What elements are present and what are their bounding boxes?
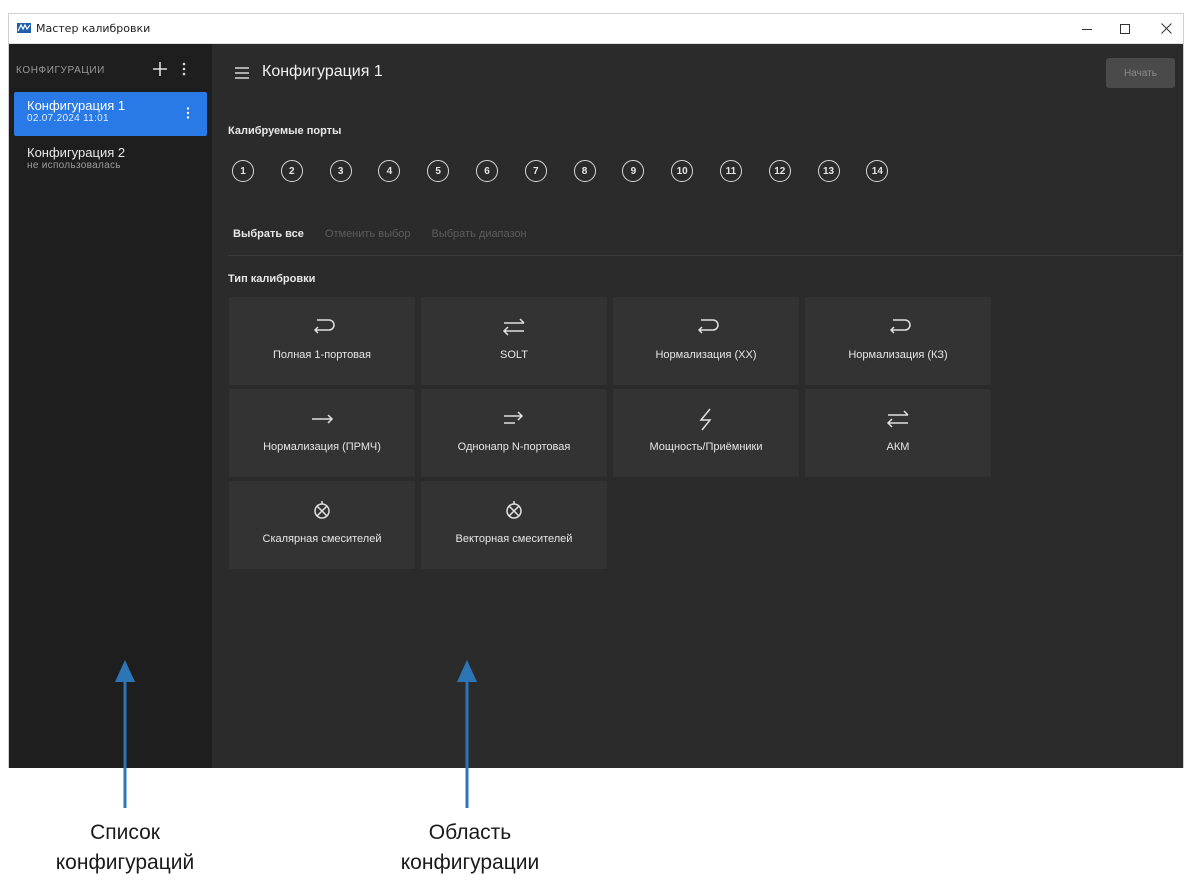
app-logo-icon [17, 23, 31, 33]
cal-type-label: Скалярная смесителей [262, 533, 382, 545]
config-date: 02.07.2024 11:01 [27, 113, 109, 124]
lightning-icon [699, 408, 712, 431]
mixer-icon [506, 501, 522, 519]
sidebar-item-config-1[interactable]: Конфигурация 1 02.07.2024 11:01 [14, 92, 207, 136]
cal-type-label: Нормализация (КЗ) [848, 349, 948, 361]
cal-type-section-label: Тип калибровки [228, 273, 316, 285]
reflect-loop-icon [697, 319, 719, 334]
cal-type-norm-short[interactable]: Нормализация (КЗ) [805, 297, 991, 385]
port-14[interactable]: 14 [866, 160, 889, 182]
annotation-line: конфигураций [55, 851, 195, 874]
sidebar-item-config-2[interactable]: Конфигурация 2 не использовалась [14, 139, 207, 183]
start-button[interactable]: Начать [1106, 58, 1175, 88]
annotation-line: Список [90, 821, 160, 844]
port-12[interactable]: 12 [768, 160, 791, 182]
cal-type-label: Мощность/Приёмники [649, 441, 763, 453]
cal-type-label: Векторная смесителей [455, 533, 573, 545]
one-way-two-arrows-icon [504, 411, 524, 424]
select-all-button[interactable]: Выбрать все [233, 228, 304, 240]
port-11[interactable]: 11 [719, 160, 742, 182]
port-13[interactable]: 13 [817, 160, 840, 182]
annotation-config-list: Список конфигураций [0, 818, 250, 878]
window-title: Мастер калибровки [36, 22, 151, 35]
mixer-icon [314, 501, 330, 519]
area-pointer-arrow-icon [457, 660, 477, 808]
port-4[interactable]: 4 [378, 160, 401, 182]
minimize-icon [1082, 28, 1092, 30]
cal-type-norm-open[interactable]: Нормализация (ХХ) [613, 297, 799, 385]
port-8[interactable]: 8 [573, 160, 596, 182]
port-3[interactable]: 3 [329, 160, 352, 182]
cal-type-akm[interactable]: АКМ [805, 389, 991, 477]
port-1[interactable]: 1 [232, 160, 254, 182]
port-10[interactable]: 10 [671, 160, 694, 182]
page-title: Конфигурация 1 [262, 63, 383, 80]
cal-type-label: Однонапр N-портовая [457, 441, 571, 453]
reflect-loop-icon [313, 319, 335, 334]
cal-type-power-receivers[interactable]: Мощность/Приёмники [613, 389, 799, 477]
hamburger-menu-icon[interactable] [234, 66, 250, 80]
sidebar-more-icon[interactable] [181, 61, 187, 77]
port-7[interactable]: 7 [524, 160, 547, 182]
cal-type-scalar-mixer[interactable]: Скалярная смесителей [229, 481, 415, 569]
sidebar-pointer-arrow-icon [115, 660, 135, 808]
close-button[interactable] [1149, 14, 1183, 43]
two-way-arrows-icon [502, 318, 525, 336]
cal-type-label: Полная 1-портовая [273, 349, 371, 361]
cal-type-solt[interactable]: SOLT [421, 297, 607, 385]
cal-type-vector-mixer[interactable]: Векторная смесителей [421, 481, 607, 569]
app-window: Мастер калибровки КОНФИГУРАЦИИ Конфигура… [8, 13, 1184, 768]
annotation-line: конфигурации [400, 851, 540, 874]
port-selection-actions: Выбрать все Отменить выбор Выбрать диапа… [233, 228, 548, 240]
port-9[interactable]: 9 [622, 160, 645, 182]
annotation-config-area: Область конфигурации [345, 818, 595, 878]
sidebar-header-label: КОНФИГУРАЦИИ [16, 65, 105, 76]
cal-type-norm-thru[interactable]: Нормализация (ПРМЧ) [229, 389, 415, 477]
title-bar: Мастер калибровки [9, 14, 1183, 44]
minimize-button[interactable] [1070, 14, 1104, 43]
ports-section-label: Калибруемые порты [228, 125, 342, 137]
config-name: Конфигурация 2 [27, 145, 126, 160]
reflect-loop-icon [889, 319, 911, 334]
config-status: не использовалась [27, 160, 121, 171]
right-arrow-icon [312, 414, 334, 424]
port-6[interactable]: 6 [475, 160, 498, 182]
port-2[interactable]: 2 [280, 160, 303, 182]
annotation-line: Область [428, 821, 512, 844]
add-configuration-icon[interactable] [152, 61, 168, 77]
config-more-icon[interactable] [185, 106, 191, 120]
select-range-button[interactable]: Выбрать диапазон [432, 228, 527, 240]
maximize-icon [1120, 23, 1130, 34]
close-icon [1160, 23, 1172, 34]
section-divider [228, 255, 1183, 256]
calibration-type-grid: Полная 1-портовая SOLT Нормализация (ХХ) [229, 297, 991, 569]
cal-type-one-path-nport[interactable]: Однонапр N-портовая [421, 389, 607, 477]
config-name: Конфигурация 1 [27, 98, 126, 113]
cal-type-label: Нормализация (ПРМЧ) [263, 441, 381, 453]
cal-type-label: SOLT [500, 349, 528, 361]
port-5[interactable]: 5 [427, 160, 450, 182]
deselect-button[interactable]: Отменить выбор [325, 228, 411, 240]
maximize-button[interactable] [1108, 14, 1142, 43]
sidebar-header: КОНФИГУРАЦИИ [9, 44, 212, 90]
ports-list: 1 2 3 4 5 6 7 8 9 10 11 12 13 14 [232, 160, 915, 186]
configurations-sidebar: КОНФИГУРАЦИИ Конфигурация 1 02.07.2024 1… [9, 44, 212, 768]
configuration-area: Конфигурация 1 Начать Калибруемые порты … [212, 44, 1183, 768]
cal-type-full-1port[interactable]: Полная 1-портовая [229, 297, 415, 385]
two-way-arrows-icon [886, 410, 909, 428]
cal-type-label: Нормализация (ХХ) [655, 349, 757, 361]
cal-type-label: АКМ [886, 441, 910, 453]
